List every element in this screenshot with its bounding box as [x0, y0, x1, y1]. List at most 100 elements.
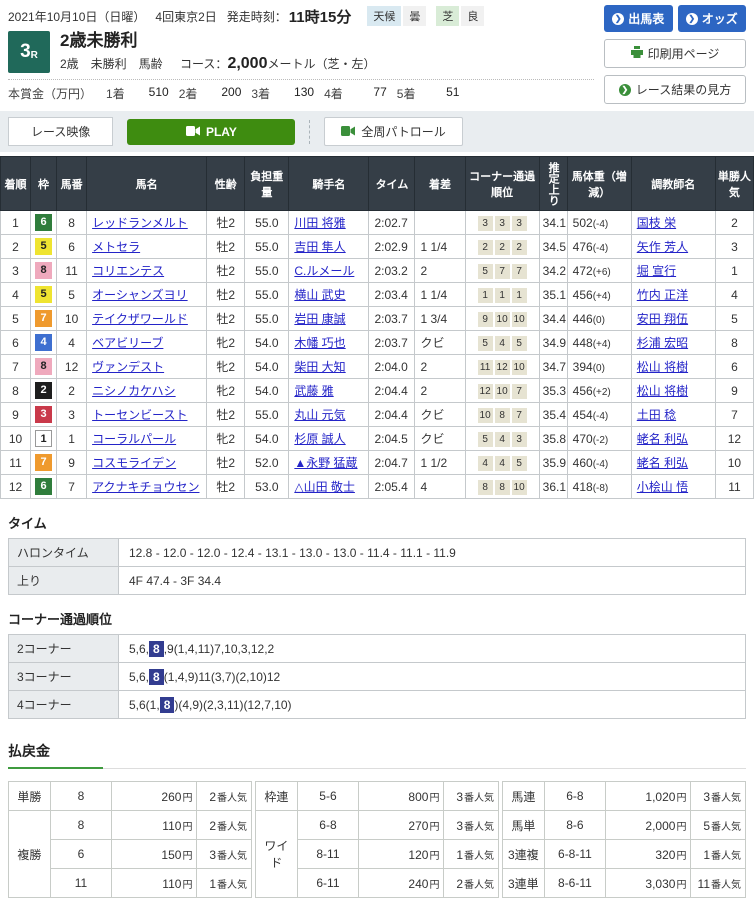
- start-time: 11時15分: [288, 8, 352, 26]
- result-row: 9 3 3 トーセンビースト 牡2 55.0 丸山 元気 2:04.4 クビ 1…: [0, 402, 754, 428]
- weight-carried: 55.0: [244, 234, 290, 260]
- jockey-link[interactable]: 柴田 大知: [294, 360, 345, 374]
- weight-carried: 54.0: [244, 354, 290, 380]
- weather-value-badge: 曇: [403, 6, 427, 26]
- frame-badge: 5: [35, 286, 53, 304]
- finish-time: 2:05.4: [368, 474, 416, 500]
- wide-label: ワイド: [255, 810, 298, 898]
- jockey-link[interactable]: 杉原 誠人: [294, 432, 345, 446]
- horse-link[interactable]: ヴァンデスト: [92, 360, 164, 374]
- highlighted-horse: 8: [159, 696, 175, 713]
- odds-button[interactable]: ❯ オッズ: [677, 5, 746, 32]
- jockey-link[interactable]: C.ルメール: [294, 264, 354, 278]
- furlong-time-value: 12.8 - 12.0 - 12.0 - 12.4 - 13.1 - 13.0 …: [118, 538, 746, 568]
- horse-link[interactable]: ベアビリーブ: [92, 336, 163, 350]
- corner-positions: 12 10 7: [464, 378, 540, 404]
- finish-position: 7: [0, 354, 32, 380]
- horse-link[interactable]: アクナキチョウセン: [92, 480, 199, 494]
- payout-row-quinella: 馬連 6-8 1,020円 3番人気: [502, 781, 746, 812]
- horse-number: 10: [56, 306, 88, 332]
- jockey-link[interactable]: ▲永野 猛蔵: [294, 456, 357, 470]
- last-3f: 34.4: [538, 306, 568, 332]
- horse-link[interactable]: レッドランメルト: [92, 216, 188, 230]
- horse-link[interactable]: コリエンテス: [92, 264, 164, 278]
- trainer-link[interactable]: 竹内 正洋: [637, 288, 688, 302]
- payout-table-win-place: 単勝 8 260円 2番人気 複勝 8 110円 2番人気 6 150円 3番人…: [8, 781, 252, 898]
- horse-link[interactable]: メトセラ: [92, 240, 140, 254]
- win-fav: 7: [714, 402, 754, 428]
- corner-label: 4コーナー: [8, 690, 119, 720]
- prize-place: 5着: [396, 87, 416, 102]
- result-row: 7 8 12 ヴァンデスト 牝2 54.0 柴田 大知 2:04.0 2 11 1…: [0, 354, 754, 380]
- payout-row-place: 複勝 8 110円 2番人気: [8, 810, 252, 898]
- weight-carried: 55.0: [244, 210, 290, 236]
- finish-time: 2:03.7: [368, 306, 416, 332]
- win-fav: 8: [714, 330, 754, 356]
- horse-weight: 448(+4): [566, 330, 632, 356]
- weight-carried: 55.0: [244, 402, 290, 428]
- margin: クビ: [414, 426, 466, 452]
- table-row: 3コーナー 5,6, 8 (1,4,9)11(3,7)(2,10)12: [8, 662, 746, 692]
- horse-link[interactable]: オーシャンズヨリ: [92, 288, 188, 302]
- finish-position: 4: [0, 282, 32, 308]
- payout-row-bracket: 枠連 5-6 800円 3番人気: [255, 781, 499, 812]
- trainer-link[interactable]: 土田 稔: [637, 408, 676, 422]
- payout-row-win: 単勝 8 260円 2番人気: [8, 781, 252, 812]
- trainer-link[interactable]: 矢作 芳人: [637, 240, 688, 254]
- horse-link[interactable]: テイクザワールド: [92, 312, 188, 326]
- frame-badge: 7: [35, 454, 53, 472]
- jockey-link[interactable]: 丸山 元気: [294, 408, 345, 422]
- trainer-link[interactable]: 小桧山 悟: [637, 480, 688, 494]
- jockey-link[interactable]: 武藤 雅: [294, 384, 333, 398]
- jockey-link[interactable]: 横山 武史: [294, 288, 345, 302]
- time-section-title: タイム: [8, 516, 47, 532]
- start-time-label: 発走時刻：: [226, 9, 287, 24]
- horse-link[interactable]: コーラルパール: [92, 432, 176, 446]
- win-fav: 11: [714, 474, 754, 500]
- print-page-button[interactable]: 印刷用ページ: [604, 39, 746, 68]
- trainer-link[interactable]: 松山 将樹: [637, 360, 688, 374]
- jockey-link[interactable]: 岩田 康誠: [294, 312, 345, 326]
- corner-positions: 10 8 7: [464, 402, 540, 428]
- last-3f: 35.8: [538, 426, 568, 452]
- finish-time: 2:02.7: [368, 210, 416, 236]
- bracket-label: 枠連: [255, 781, 298, 812]
- corner-order-value: 5,6, 8 (1,4,9)11(3,7)(2,10)12: [118, 662, 746, 692]
- play-button[interactable]: PLAY: [127, 118, 296, 145]
- results-guide-button[interactable]: ❯ レース結果の見方: [604, 75, 746, 104]
- corner-positions: 9 10 10: [464, 306, 540, 332]
- jockey-link[interactable]: 川田 将雅: [294, 216, 345, 230]
- trainer-link[interactable]: 国枝 栄: [637, 216, 676, 230]
- frame-badge: 7: [35, 310, 53, 328]
- finish-time: 2:04.5: [368, 426, 416, 452]
- trainer-link[interactable]: 堀 宣行: [637, 264, 676, 278]
- prize-amount: 130: [294, 85, 315, 100]
- result-row: 2 5 6 メトセラ 牡2 55.0 吉田 隼人 2:02.9 1 1/4 22…: [0, 234, 754, 260]
- corner-positions: 445: [464, 450, 540, 476]
- jockey-link[interactable]: 吉田 隼人: [294, 240, 345, 254]
- horse-weight: 502(-4): [566, 210, 632, 236]
- finish-position: 8: [0, 378, 32, 404]
- last-3f: 36.1: [538, 474, 568, 500]
- horse-number: 6: [56, 234, 88, 260]
- win-fav: 10: [714, 450, 754, 476]
- finish-position: 11: [0, 450, 32, 476]
- corner-positions: 111: [464, 282, 540, 308]
- jockey-link[interactable]: △山田 敬士: [294, 480, 355, 494]
- trainer-link[interactable]: 安田 翔伍: [637, 312, 688, 326]
- jockey-link[interactable]: 木幡 巧也: [294, 336, 345, 350]
- horse-link[interactable]: コスモライデン: [92, 456, 176, 470]
- trainer-link[interactable]: 杉浦 宏昭: [637, 336, 688, 350]
- corner-positions: 545: [464, 330, 540, 356]
- entries-button[interactable]: ❯ 出馬表: [604, 5, 673, 32]
- results-table: 着順 枠 馬番 馬名 性齢 負担重量 騎手名 タイム 着差 コーナー通過順位 推…: [0, 156, 754, 500]
- patrol-video-button[interactable]: 全周パトロール: [324, 117, 463, 147]
- trainer-link[interactable]: 松山 将樹: [637, 384, 688, 398]
- trainer-link[interactable]: 蛯名 利弘: [637, 432, 688, 446]
- payout-row-exacta: 馬単 8-6 2,000円 5番人気: [502, 810, 746, 841]
- sex-age: 牡2: [206, 402, 246, 428]
- win-fav: 2: [714, 210, 754, 236]
- horse-link[interactable]: ニシノカケハシ: [92, 384, 176, 398]
- trainer-link[interactable]: 蛯名 利弘: [637, 456, 688, 470]
- horse-link[interactable]: トーセンビースト: [92, 408, 187, 422]
